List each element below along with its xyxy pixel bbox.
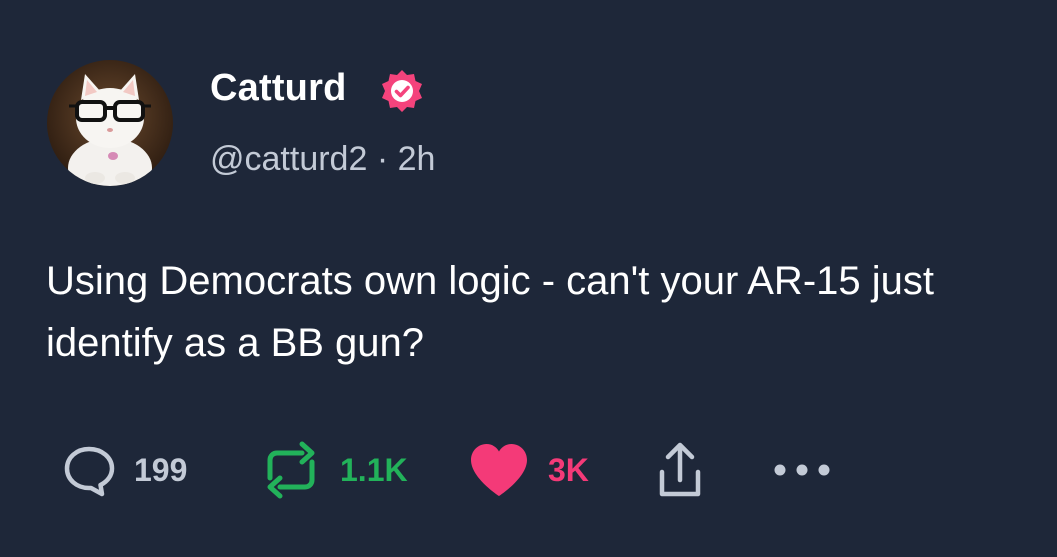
timestamp[interactable]: 2h (398, 140, 436, 178)
display-name[interactable]: Catturd (210, 64, 347, 112)
tweet-text: Using Democrats own logic - can't your A… (46, 259, 934, 365)
action-bar: 199 1.1K 3K (0, 440, 1057, 500)
like-count: 3K (548, 452, 589, 488)
heart-icon (471, 444, 527, 496)
share-button[interactable] (654, 440, 706, 500)
speech-bubble-icon (64, 446, 115, 497)
like-button[interactable]: 3K (468, 440, 589, 500)
reply-count: 199 (134, 452, 188, 488)
tweet-card[interactable]: Catturd @catturd2 · 2h Using Democrats o… (0, 0, 1057, 557)
handle-line: @catturd2 · 2h (210, 137, 435, 181)
handle[interactable]: @catturd2 (210, 140, 367, 178)
retweet-icon (267, 441, 315, 499)
more-dots-icon (774, 464, 830, 476)
retweet-count: 1.1K (340, 452, 408, 488)
separator: · (376, 140, 389, 178)
verified-check-icon (382, 70, 422, 112)
avatar[interactable] (47, 60, 173, 186)
retweet-button[interactable]: 1.1K (258, 440, 408, 500)
reply-button[interactable]: 199 (62, 440, 187, 500)
share-icon (659, 442, 701, 497)
more-options-button[interactable] (772, 440, 834, 500)
